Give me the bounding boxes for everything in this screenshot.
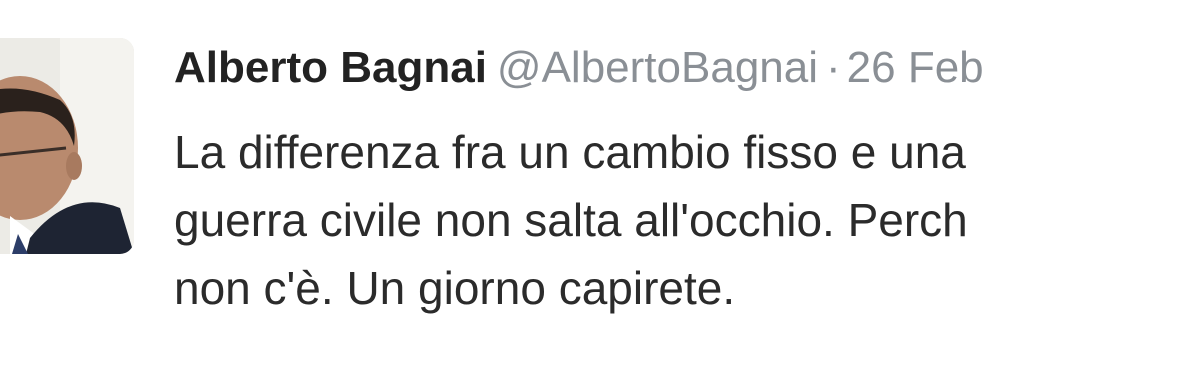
tweet-text-line: non c'è. Un giorno capirete. [174,262,736,314]
separator: · [826,43,841,92]
tweet-text: La differenza fra un cambio fisso e una … [174,118,1200,322]
tweet-text-line: La differenza fra un cambio fisso e una [174,126,966,178]
avatar-photo [0,38,134,254]
tweet[interactable]: Alberto Bagnai @AlbertoBagnai · 26 Feb La d… [0,0,1200,367]
tweet-text-line: guerra civile non salta all'occhio. Perc… [174,194,968,246]
tweet-header: Alberto Bagnai @AlbertoBagnai · 26 Feb [174,40,984,96]
avatar[interactable] [0,38,134,254]
author-handle[interactable]: @AlbertoBagnai [497,43,818,92]
timestamp[interactable]: 26 Feb [847,43,984,92]
author-name[interactable]: Alberto Bagnai [174,43,487,92]
